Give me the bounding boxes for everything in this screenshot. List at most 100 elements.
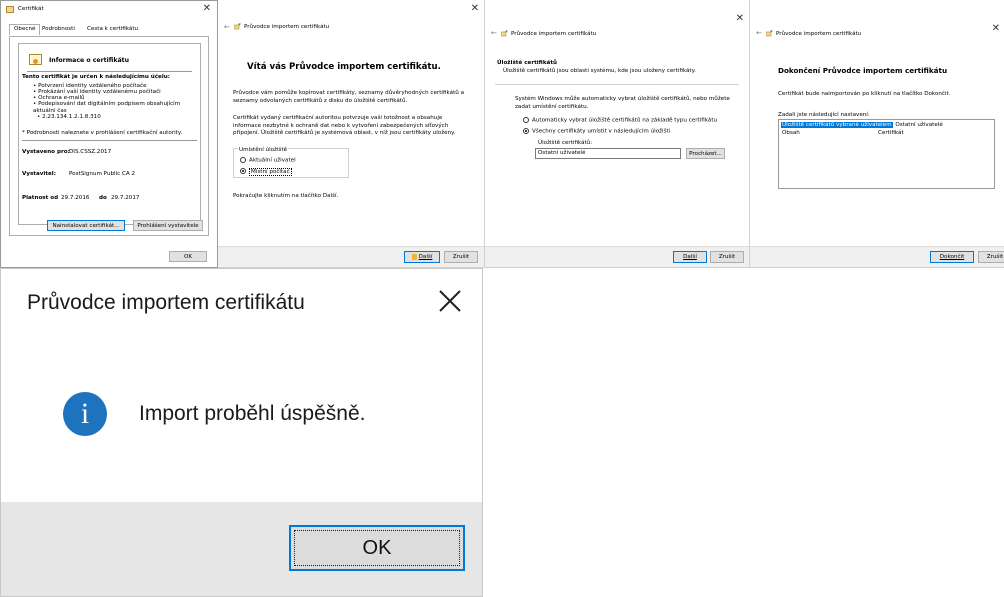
wizard-header: ← Průvodce importem certifikátu xyxy=(485,0,749,37)
window-title: Průvodce importem certifikátu xyxy=(511,31,597,37)
purpose-item: • 2.23.134.1.2.1.8.310 xyxy=(37,113,101,120)
section-title: Úložiště certifikátů xyxy=(497,60,557,66)
option-label: Všechny certifikáty umístit v následujíc… xyxy=(532,128,671,135)
info-heading: Informace o certifikátu xyxy=(49,57,129,64)
wizard-footer: Další Zrušit xyxy=(218,246,484,267)
settings-value: Certifikát xyxy=(878,130,904,136)
option-label: Místní počítač xyxy=(249,167,292,176)
continue-hint: Pokračujte kliknutím na tlačítko Další. xyxy=(233,193,339,199)
finish-paragraph: Certifikát bude naimportován po kliknutí… xyxy=(778,91,951,97)
dialog-footer: OK xyxy=(1,502,482,596)
tab-general[interactable]: Obecné xyxy=(9,24,41,35)
info-icon: i xyxy=(63,392,107,436)
validity-to-value: 29.7.2017 xyxy=(111,195,140,201)
cancel-button[interactable]: Zrušit xyxy=(978,251,1004,263)
store-location-label: Umístění úložiště xyxy=(238,147,289,155)
option-label: Aktuální uživatel xyxy=(249,157,296,164)
back-arrow-icon[interactable]: ← xyxy=(756,29,762,37)
section-description: Úložiště certifikátů jsou oblasti systém… xyxy=(503,68,696,74)
settings-value: Ostatní uživatelé xyxy=(895,122,943,128)
store-paragraph: Systém Windows může automaticky vybrat ú… xyxy=(515,96,730,110)
tab-details[interactable]: Podrobnosti xyxy=(39,25,78,35)
next-button[interactable]: Další xyxy=(404,251,440,263)
heading-divider xyxy=(27,71,192,72)
welcome-paragraph-2: Certifikát vydaný certifikační autoritou… xyxy=(233,115,456,137)
tab-strip: Obecné Podrobnosti Cesta k certifikátu xyxy=(9,24,209,36)
option-current-user[interactable]: Aktuální uživatel xyxy=(240,157,296,165)
welcome-heading: Vítá vás Průvodce importem certifikátu. xyxy=(247,62,441,72)
wizard-icon xyxy=(501,30,508,37)
general-tab-content: Informace o certifikátu Tento certifikát… xyxy=(9,36,209,236)
wizard-header: ← Průvodce importem certifikátu xyxy=(218,0,484,31)
shield-icon xyxy=(411,254,417,260)
option-label: Automaticky vybrat úložiště certifikátů … xyxy=(532,117,718,124)
wizard-icon xyxy=(766,30,773,37)
store-field[interactable]: Ostatní uživatelé xyxy=(535,148,681,159)
tab-certification-path[interactable]: Cesta k certifikátu xyxy=(84,25,141,35)
back-arrow-icon[interactable]: ← xyxy=(224,23,230,31)
empty-area xyxy=(483,268,1004,597)
radio-checked[interactable] xyxy=(240,168,246,174)
issuer-value: PostSignum Public CA 2 xyxy=(69,171,136,177)
finish-button[interactable]: Dokončit xyxy=(930,251,974,263)
window-title: Certifikát xyxy=(18,6,44,12)
validity-to-label: do xyxy=(99,195,107,201)
purpose-item: • Podepisování dat digitálním podpisem o… xyxy=(33,101,181,114)
info-icon-glyph: i xyxy=(80,397,90,430)
note-divider xyxy=(22,140,197,141)
validity-from-label: Platnost od xyxy=(22,195,59,201)
wizard-icon xyxy=(234,23,241,30)
settings-key: Úložiště certifikátů vybrané uživatelem xyxy=(781,122,893,128)
settings-row[interactable]: Úložiště certifikátů vybrané uživatelem … xyxy=(781,122,943,130)
radio-unchecked[interactable] xyxy=(523,117,529,123)
import-success-dialog: Průvodce importem certifikátu i Import p… xyxy=(0,268,483,597)
wizard-header: ← Průvodce importem certifikátu xyxy=(750,0,1004,37)
cancel-button[interactable]: Zrušit xyxy=(710,251,744,263)
welcome-paragraph-1: Průvodce vám pomůže kopírovat certifikát… xyxy=(233,90,465,104)
issuer-statement-button[interactable]: Prohlášení vystavitele xyxy=(133,220,203,231)
window-title: Průvodce importem certifikátu xyxy=(244,24,330,30)
settings-key: Obsah xyxy=(782,130,800,136)
close-icon[interactable]: ✕ xyxy=(203,4,211,14)
ok-button[interactable]: OK xyxy=(169,251,207,262)
dialog-title: Průvodce importem certifikátu xyxy=(27,291,305,314)
purpose-list: • Potvrzení identity vzdáleného počítače… xyxy=(33,83,198,120)
certificate-icon xyxy=(29,54,42,65)
store-location-group: Umístění úložiště Aktuální uživatel Míst… xyxy=(233,147,349,178)
purpose-heading: Tento certifikát je určen k následujícím… xyxy=(22,74,170,80)
next-button[interactable]: Další xyxy=(673,251,707,263)
issued-to-value: DIS.CSSZ.2017 xyxy=(69,149,112,155)
radio-unchecked[interactable] xyxy=(240,157,246,163)
wizard-footer: Dokončit Zrušit xyxy=(750,246,1004,267)
radio-checked[interactable] xyxy=(523,128,529,134)
validity-from-value: 29.7.2016 xyxy=(61,195,90,201)
window-title: Průvodce importem certifikátu xyxy=(776,31,862,37)
next-button-label: Další xyxy=(418,254,433,260)
store-field-label: Úložiště certifikátů: xyxy=(538,140,593,146)
certificate-dialog: Certifikát ✕ Obecné Podrobnosti Cesta k … xyxy=(0,0,218,268)
install-certificate-button[interactable]: Nainstalovat certifikát... xyxy=(47,220,125,231)
certificate-app-icon xyxy=(6,6,14,13)
wizard-footer: Další Zrušit xyxy=(485,246,749,267)
close-icon[interactable] xyxy=(436,287,464,315)
finish-heading: Dokončení Průvodce importem certifikátu xyxy=(778,66,948,75)
back-arrow-icon[interactable]: ← xyxy=(491,29,497,37)
settings-list[interactable]: Úložiště certifikátů vybrané uživatelem … xyxy=(778,119,995,189)
option-manual-select[interactable]: Všechny certifikáty umístit v následujíc… xyxy=(523,128,670,136)
section-divider xyxy=(495,84,739,85)
option-auto-select[interactable]: Automaticky vybrat úložiště certifikátů … xyxy=(523,117,717,125)
ok-button[interactable]: OK xyxy=(289,525,465,571)
issuer-label: Vystavitel: xyxy=(22,171,56,177)
issued-to-label: Vystaveno pro: xyxy=(22,149,70,155)
wizard-welcome-panel: ✕ ← Průvodce importem certifikátu Vítá v… xyxy=(218,0,485,268)
settings-row[interactable]: Obsah xyxy=(782,130,800,138)
browse-button[interactable]: Procházet... xyxy=(686,148,725,159)
details-note: * Podrobnosti naleznete v prohlášení cer… xyxy=(22,130,183,136)
option-local-machine[interactable]: Místní počítač xyxy=(240,167,292,176)
wizard-finish-panel: ✕ ← Průvodce importem certifikátu Dokonč… xyxy=(750,0,1004,268)
title-bar: Certifikát ✕ xyxy=(1,1,217,19)
dialog-footer: OK xyxy=(1,245,217,267)
success-message: Import proběhl úspěšně. xyxy=(139,402,366,425)
info-box: Informace o certifikátu Tento certifikát… xyxy=(18,43,201,225)
cancel-button[interactable]: Zrušit xyxy=(444,251,478,263)
